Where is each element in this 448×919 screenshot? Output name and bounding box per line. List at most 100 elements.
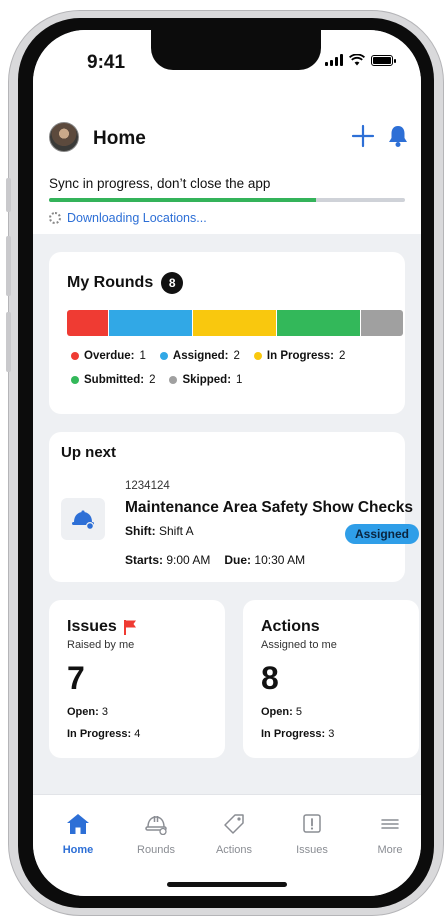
overdue-dot: [71, 352, 79, 360]
hardhat-icon: [72, 510, 94, 530]
actions-title: Actions: [261, 618, 320, 636]
legend-in-progress-label: In Progress:: [266, 350, 335, 362]
due-label: Due:: [224, 553, 252, 567]
tab-rounds[interactable]: Rounds: [121, 813, 191, 856]
in-progress-dot: [253, 352, 262, 360]
round-due: Due: 10:30 AM: [224, 553, 305, 567]
skipped-dot: [169, 376, 178, 384]
sync-status-text: Downloading Locations...: [67, 211, 207, 225]
hardhat-icon: [145, 816, 167, 835]
issues-title: Issues: [67, 618, 137, 636]
screen: 9:41 Home Sync in progress, don’t close …: [33, 30, 421, 896]
status-icons: [325, 54, 396, 66]
tag-icon: [224, 814, 244, 834]
tab-home[interactable]: Home: [43, 813, 113, 856]
tab-issues[interactable]: Issues: [277, 813, 347, 856]
actions-open-label: Open:: [261, 706, 293, 718]
add-icon[interactable]: [351, 124, 375, 148]
issues-card[interactable]: Issues Raised by me 7 Open: 3 In Progres…: [49, 600, 225, 758]
tab-more[interactable]: More: [355, 813, 421, 856]
legend-submitted-count: 2: [149, 374, 156, 386]
issues-title-text: Issues: [67, 618, 117, 635]
up-next-card[interactable]: Up next 1234124 Maintenance Area Safety …: [49, 432, 420, 582]
sync-progress-bar: [49, 198, 405, 202]
shift-value: Shift A: [159, 524, 194, 538]
tab-home-label: Home: [62, 844, 94, 856]
legend-overdue: Overdue: 1: [71, 350, 146, 362]
rounds-bar-segment-skipped: [361, 310, 403, 336]
actions-count: 8: [261, 660, 279, 696]
tab-actions-label: Actions: [215, 844, 253, 856]
issues-in-progress-value: 4: [134, 728, 141, 740]
actions-subtitle: Assigned to me: [261, 639, 337, 651]
legend-overdue-label: Overdue:: [84, 350, 135, 362]
rounds-bar-segment-submitted: [277, 310, 361, 336]
tab-rounds-label: Rounds: [137, 844, 175, 856]
flag-icon: [123, 620, 136, 635]
issues-subtitle: Raised by me: [67, 639, 135, 651]
legend-assigned-count: 2: [233, 350, 240, 362]
actions-card[interactable]: Actions Assigned to me 8 Open: 5 In Prog…: [243, 600, 419, 758]
home-icon: [67, 814, 89, 834]
home-indicator[interactable]: [167, 882, 287, 887]
rounds-bar-segment-in-progress: [193, 310, 277, 336]
legend-submitted-label: Submitted:: [84, 374, 145, 386]
volume-up-button: [6, 236, 11, 296]
actions-title-text: Actions: [261, 618, 320, 635]
rounds-legend: Overdue: 1 Assigned: 2 In Progress: 2 Su…: [71, 350, 391, 386]
submitted-dot: [71, 376, 79, 384]
rounds-stacked-bar: [67, 310, 403, 336]
status-time: 9:41: [87, 52, 126, 73]
assigned-dot: [159, 352, 168, 360]
rounds-bar-segment-overdue: [67, 310, 109, 336]
legend-in-progress-count: 2: [339, 350, 346, 362]
page-title: Home: [93, 128, 146, 149]
legend-assigned: Assigned: 2: [159, 350, 240, 362]
legend-skipped-label: Skipped:: [182, 374, 232, 386]
starts-value: 9:00 AM: [166, 553, 211, 567]
actions-open: Open: 5: [261, 706, 302, 718]
sync-progress-fill: [49, 198, 316, 202]
notch: [151, 30, 321, 70]
tab-more-label: More: [377, 844, 403, 856]
legend-skipped-count: 1: [236, 374, 243, 386]
menu-icon: [381, 819, 399, 829]
round-id: 1234124: [125, 480, 170, 492]
issues-in-progress: In Progress: 4: [67, 728, 140, 740]
tab-issues-label: Issues: [296, 844, 328, 856]
actions-open-value: 5: [295, 706, 302, 718]
up-next-title: Up next: [61, 444, 117, 461]
round-name: Maintenance Area Safety Show Checks: [125, 499, 413, 516]
volume-down-button: [6, 312, 11, 372]
legend-submitted: Submitted: 2: [71, 374, 155, 386]
sync-banner: Sync in progress, don’t close the app Do…: [33, 166, 421, 234]
sync-message: Sync in progress, don’t close the app: [49, 176, 271, 191]
legend-overdue-count: 1: [139, 350, 146, 362]
bell-icon[interactable]: [387, 124, 409, 148]
rounds-bar-segment-assigned: [109, 310, 193, 336]
issues-open: Open: 3: [67, 706, 108, 718]
round-start: Starts: 9:00 AM: [125, 553, 210, 567]
legend-assigned-label: Assigned:: [172, 350, 229, 362]
avatar[interactable]: [49, 122, 79, 152]
issues-in-progress-label: In Progress:: [67, 728, 132, 740]
signal-icon: [325, 54, 343, 66]
tab-actions[interactable]: Actions: [199, 813, 269, 856]
wifi-icon: [349, 54, 365, 66]
actions-in-progress: In Progress: 3: [261, 728, 334, 740]
my-rounds-title-text: My Rounds: [67, 274, 154, 291]
issues-open-label: Open:: [67, 706, 99, 718]
my-rounds-title: My Rounds 8: [67, 272, 184, 294]
actions-in-progress-value: 3: [328, 728, 335, 740]
my-rounds-card[interactable]: My Rounds 8 Overdue: 1 Assigned: 2 In Pr…: [49, 252, 405, 414]
round-thumbnail: [61, 498, 105, 540]
rounds-count-badge: 8: [161, 272, 184, 294]
sync-status: Downloading Locations...: [49, 211, 207, 225]
spinner-icon: [49, 212, 61, 224]
tab-bar: Home Rounds Actions Issues More: [33, 794, 421, 896]
starts-label: Starts:: [125, 553, 164, 567]
battery-icon: [371, 54, 396, 66]
actions-in-progress-label: In Progress:: [261, 728, 326, 740]
mute-switch: [6, 178, 11, 212]
legend-skipped: Skipped: 1: [169, 374, 242, 386]
